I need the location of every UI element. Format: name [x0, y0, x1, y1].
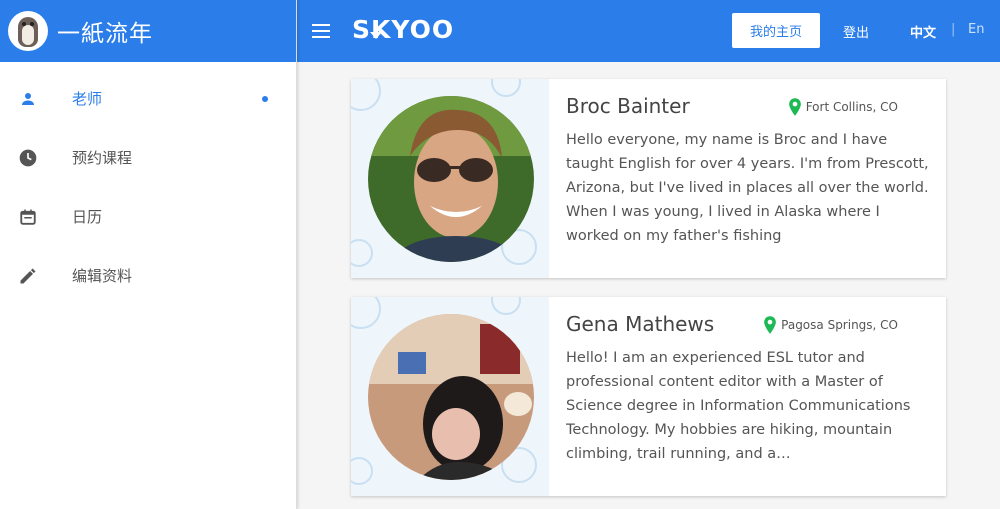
teacher-bio: Hello everyone, my name is Broc and I ha… — [566, 132, 929, 244]
teacher-photo — [368, 314, 534, 480]
location-label: Pagosa Springs, CO — [781, 318, 898, 332]
teacher-location: Fort Collins, CO — [788, 98, 898, 116]
teacher-info: Gena Mathews Pagosa Springs, CO Hello! I… — [549, 297, 946, 496]
logo[interactable]: SKYOO — [352, 15, 454, 44]
teacher-info: Broc Bainter Fort Collins, CO Hello ever… — [549, 79, 946, 278]
location-label: Fort Collins, CO — [805, 100, 898, 114]
my-homepage-button[interactable]: 我的主页 — [732, 13, 820, 48]
sidebar-item-label: 日历 — [72, 208, 103, 226]
teacher-photo — [368, 96, 534, 262]
teacher-list: Broc Bainter Fort Collins, CO Hello ever… — [297, 62, 1000, 509]
calendar-icon — [18, 207, 38, 227]
sidebar-item-edit-profile[interactable]: 编辑资料 — [0, 246, 296, 305]
top-bar: SKYOO 我的主页 登出 中文 | En — [297, 0, 1000, 62]
location-pin-icon — [764, 316, 776, 334]
teacher-photo-area — [351, 297, 549, 496]
sidebar-header: 一紙流年 — [0, 0, 296, 62]
teacher-photo-area — [351, 79, 549, 278]
language-english[interactable]: En — [968, 22, 984, 37]
sidebar-item-teachers[interactable]: 老师 — [0, 69, 296, 128]
location-pin-icon — [788, 98, 801, 116]
language-separator: | — [951, 22, 956, 37]
teacher-card[interactable]: Broc Bainter Fort Collins, CO Hello ever… — [351, 79, 946, 278]
teacher-location: Pagosa Springs, CO — [763, 316, 898, 334]
avatar[interactable] — [8, 11, 48, 51]
clock-icon — [18, 148, 38, 168]
pencil-icon — [18, 266, 38, 286]
sidebar: 一紙流年 老师 预约课程 日历 编辑资料 — [0, 0, 297, 509]
teacher-bio: Hello! I am an experienced ESL tutor and… — [566, 350, 911, 462]
sidebar-item-label: 老师 — [72, 90, 103, 108]
sidebar-item-booked-courses[interactable]: 预约课程 — [0, 128, 296, 187]
sidebar-item-label: 预约课程 — [72, 149, 133, 167]
teacher-card[interactable]: Gena Mathews Pagosa Springs, CO Hello! I… — [351, 297, 946, 496]
sidebar-item-calendar[interactable]: 日历 — [0, 187, 296, 246]
active-indicator — [262, 96, 268, 102]
sidebar-item-label: 编辑资料 — [72, 267, 133, 285]
language-chinese[interactable]: 中文 — [910, 22, 936, 41]
logout-button[interactable]: 登出 — [843, 22, 869, 41]
sidebar-menu: 老师 预约课程 日历 编辑资料 — [0, 62, 296, 305]
brand-name: 一紙流年 — [57, 21, 153, 47]
menu-icon[interactable] — [312, 24, 330, 38]
person-icon — [18, 89, 38, 109]
logo-caret-icon — [370, 32, 382, 39]
